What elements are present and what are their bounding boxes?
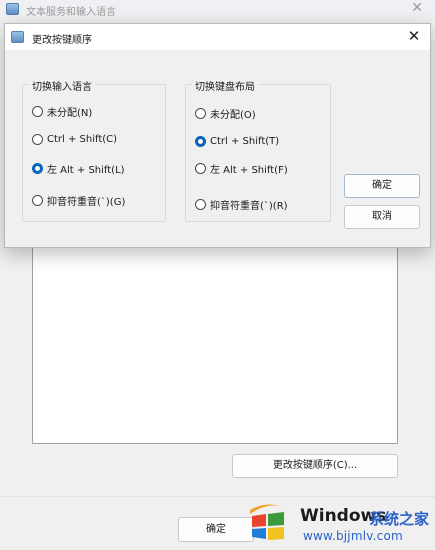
windows-logo-icon (250, 504, 288, 540)
watermark: Windows 系统之家 www.bjjmlv.com (244, 496, 435, 550)
radio-layout-left-alt-shift[interactable]: 左 Alt + Shift(F) (195, 161, 288, 176)
radio-label: Ctrl + Shift(C) (47, 133, 118, 145)
dialog-titlebar: 更改按键顺序 ✕ (5, 24, 430, 50)
dialog-body: 切换输入语言 未分配(N) Ctrl + Shift(C) 左 Alt + Sh… (5, 50, 430, 247)
radio-label: 未分配(O) (210, 109, 256, 121)
ok-button[interactable]: 确定 (344, 174, 420, 198)
radio-layout-ctrl-shift[interactable]: Ctrl + Shift(T) (195, 134, 279, 148)
change-key-sequence-dialog: 更改按键顺序 ✕ 切换输入语言 未分配(N) Ctrl + Shift(C) 左… (4, 23, 431, 248)
radio-circle-selected[interactable] (32, 162, 43, 174)
radio-circle[interactable] (195, 198, 206, 210)
watermark-url: www.bjjmlv.com (303, 529, 403, 543)
radio-circle[interactable] (195, 107, 206, 119)
keyboard-icon (6, 3, 19, 15)
radio-circle[interactable] (32, 133, 43, 145)
radio-circle[interactable] (32, 194, 43, 206)
radio-circle-selected[interactable] (195, 135, 206, 147)
dialog-close-icon[interactable]: ✕ (404, 26, 424, 46)
radio-circle[interactable] (32, 105, 43, 117)
keyboard-icon (11, 31, 24, 43)
dialog-title: 更改按键顺序 (32, 35, 92, 46)
radio-input-unassigned[interactable]: 未分配(N) (32, 104, 93, 119)
radio-circle[interactable] (195, 162, 206, 174)
radio-label: 左 Alt + Shift(F) (210, 164, 288, 176)
close-icon[interactable]: ✕ (411, 0, 423, 16)
radio-layout-grave-accent[interactable]: 抑音符重音(`)(R) (195, 197, 288, 212)
radio-label: 抑音符重音(`)(R) (210, 200, 288, 212)
background-ok-button[interactable]: 确定 (178, 517, 254, 542)
switch-input-language-group: 切换输入语言 未分配(N) Ctrl + Shift(C) 左 Alt + Sh… (22, 78, 166, 222)
change-key-sequence-button[interactable]: 更改按键顺序(C)... (232, 454, 398, 478)
radio-input-grave-accent[interactable]: 抑音符重音(`)(G) (32, 193, 126, 208)
radio-label: Ctrl + Shift(T) (210, 135, 280, 147)
watermark-site-name: 系统之家 (369, 510, 430, 528)
radio-label: 抑音符重音(`)(G) (47, 196, 126, 208)
background-window-title: 文本服务和输入语言 (26, 7, 116, 18)
radio-layout-unassigned[interactable]: 未分配(O) (195, 106, 256, 121)
radio-input-ctrl-shift[interactable]: Ctrl + Shift(C) (32, 132, 117, 146)
radio-label: 未分配(N) (47, 107, 93, 119)
installed-services-list[interactable] (32, 240, 398, 444)
group-label-keyboard-layout: 切换键盘布局 (192, 78, 258, 93)
radio-input-left-alt-shift[interactable]: 左 Alt + Shift(L) (32, 161, 125, 176)
radio-label: 左 Alt + Shift(L) (47, 164, 125, 176)
cancel-button[interactable]: 取消 (344, 205, 420, 229)
background-titlebar: 文本服务和输入语言 ✕ (0, 0, 435, 20)
group-label-input-language: 切换输入语言 (29, 78, 95, 93)
switch-keyboard-layout-group: 切换键盘布局 未分配(O) Ctrl + Shift(T) 左 Alt + Sh… (185, 78, 331, 222)
